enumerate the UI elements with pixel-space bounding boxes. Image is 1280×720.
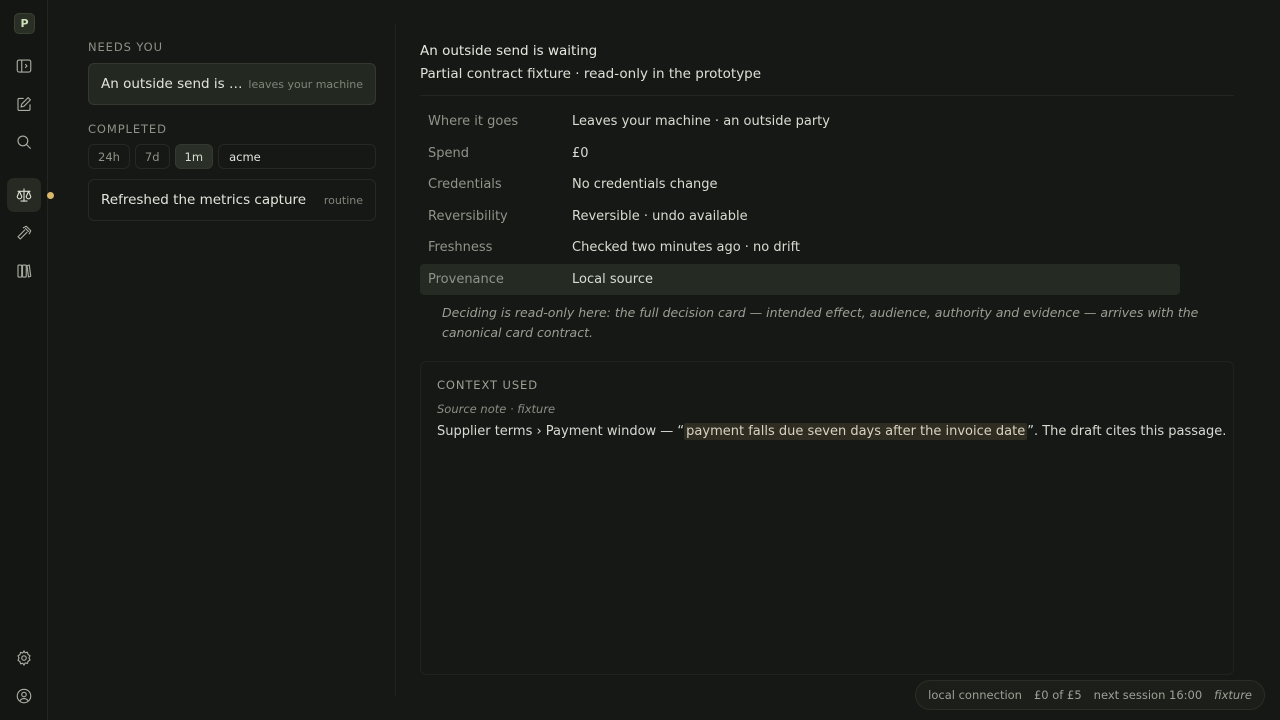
sidebar-toggle-icon <box>16 59 32 73</box>
compose-icon <box>17 97 31 111</box>
properties-table: Where it goes Leaves your machine · an o… <box>420 106 1180 295</box>
property-row: Reversibility Reversible · undo availabl… <box>420 201 1180 233</box>
notification-dot <box>47 192 54 199</box>
task-list: NEEDS YOU An outside send is w... leaves… <box>88 40 376 221</box>
hammer-icon <box>17 225 32 240</box>
item-title: An outside send is w... <box>101 76 243 92</box>
property-key: Spend <box>428 145 469 161</box>
highlighted-passage[interactable]: payment falls due seven days after the i… <box>684 423 1028 440</box>
detail-subtitle: Partial contract fixture · read-only in … <box>420 66 762 82</box>
scales-icon <box>16 188 32 202</box>
property-row: Spend £0 <box>420 138 1180 170</box>
property-row: Where it goes Leaves your machine · an o… <box>420 106 1180 138</box>
context-heading: CONTEXT USED <box>437 378 538 392</box>
property-value: Checked two minutes ago · no drift <box>572 240 801 256</box>
status-bar: local connection £0 of £5 next session 1… <box>915 680 1265 710</box>
library-icon <box>17 264 32 278</box>
property-row: Freshness Checked two minutes ago · no d… <box>420 232 1180 264</box>
property-value: Leaves your machine · an outside party <box>572 114 830 130</box>
item-title: Refreshed the metrics capture <box>101 192 307 208</box>
detail-title: An outside send is waiting <box>420 43 598 59</box>
context-source: Source note · fixture <box>437 402 556 416</box>
budget-status: £0 of £5 <box>1033 688 1082 702</box>
search-button[interactable] <box>7 125 41 159</box>
time-filters: 24h 7d 1m acme <box>88 144 376 169</box>
property-key: Where it goes <box>428 114 519 130</box>
property-row-selected[interactable]: Provenance Local source <box>420 263 1180 295</box>
needs-you-heading: NEEDS YOU <box>88 40 163 54</box>
gear-icon <box>17 650 31 666</box>
account-button[interactable] <box>7 679 41 713</box>
tools-button[interactable] <box>7 216 41 250</box>
property-key: Provenance <box>428 271 504 287</box>
needs-you-item[interactable]: An outside send is w... leaves your mach… <box>88 63 376 105</box>
account-icon <box>16 688 32 704</box>
citation-prefix: Supplier terms › Payment window — “ <box>437 424 685 439</box>
property-key: Freshness <box>428 240 493 256</box>
library-button[interactable] <box>7 254 41 288</box>
settings-button[interactable] <box>7 641 41 675</box>
filter-24h[interactable]: 24h <box>88 144 130 169</box>
compose-button[interactable] <box>7 87 41 121</box>
detail-pane: An outside send is waiting Partial contr… <box>420 40 1234 675</box>
header-divider <box>420 95 1234 96</box>
filter-1m[interactable]: 1m <box>174 144 214 169</box>
property-value: Reversible · undo available <box>572 208 748 224</box>
property-value: No credentials change <box>572 177 718 193</box>
sidebar-toggle-button[interactable] <box>7 49 41 83</box>
read-only-note: Deciding is read-only here: the full dec… <box>442 305 1199 340</box>
property-row: Credentials No credentials change <box>420 169 1180 201</box>
workspace-logo[interactable]: P <box>14 13 35 34</box>
search-icon <box>17 135 31 149</box>
item-meta: routine <box>323 193 363 207</box>
property-key: Credentials <box>428 177 502 193</box>
connection-status: local connection <box>928 688 1022 702</box>
decisions-button[interactable] <box>7 178 41 212</box>
completed-item[interactable]: Refreshed the metrics capture routine <box>88 179 376 221</box>
mode-status: fixture <box>1214 688 1252 702</box>
completed-heading: COMPLETED <box>88 122 167 136</box>
filter-search-input[interactable]: acme <box>218 144 376 169</box>
property-value: £0 <box>572 145 589 161</box>
next-session-status: next session 16:00 <box>1093 688 1203 702</box>
context-panel: CONTEXT USED Source note · fixture Suppl… <box>420 361 1234 675</box>
property-key: Reversibility <box>428 208 508 224</box>
left-rail: P <box>0 0 54 720</box>
citation-suffix: ”. The draft cites this passage. <box>1027 424 1227 439</box>
item-meta: leaves your machine <box>248 77 363 91</box>
property-value: Local source <box>572 271 653 287</box>
pane-divider <box>395 24 396 696</box>
context-citation: Supplier terms › Payment window — “payme… <box>437 423 1226 440</box>
filter-7d[interactable]: 7d <box>134 144 170 169</box>
